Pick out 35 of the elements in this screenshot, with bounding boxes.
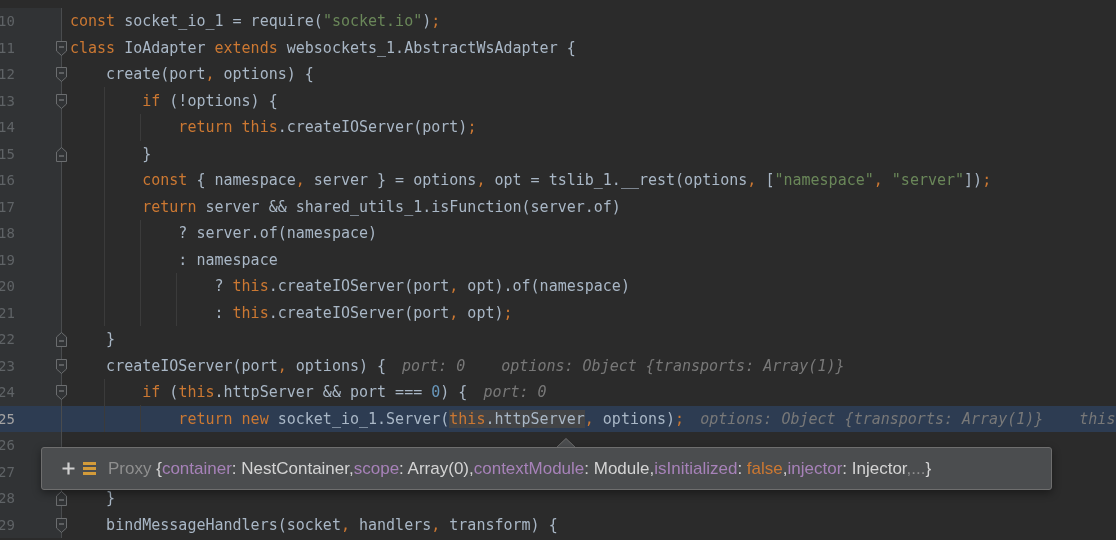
code-line: if (this.httpServer && port === 0) { (141, 383, 468, 402)
code-line: } (105, 489, 116, 508)
fold-marker-icon[interactable] (55, 146, 67, 162)
code-line: } (105, 330, 116, 349)
list-icon[interactable] (83, 462, 96, 475)
fold-marker-icon[interactable] (55, 67, 67, 82)
fold-marker-icon[interactable] (55, 385, 67, 400)
expand-icon[interactable] (62, 462, 75, 475)
code-line: return this.createIOServer(port); (177, 118, 477, 137)
fold-marker-icon[interactable] (55, 332, 67, 347)
fold-marker-icon[interactable] (55, 40, 67, 56)
code-line: const socket_io_1 = require("socket.io"); (70, 12, 441, 31)
inline-hint: options: Object {transports: Array(1)} (700, 409, 1044, 428)
fold-marker-icon[interactable] (55, 93, 67, 109)
code-line: createIOServer(port, options) { (105, 356, 387, 375)
code-line: return new socket_io_1.Server(this.httpServer, options); (177, 409, 685, 428)
code-line: create(port, options) { (105, 65, 314, 84)
fold-marker-icon[interactable] (55, 517, 67, 533)
inline-hint: port: 0 (402, 356, 466, 375)
code-line: : this.createIOServer(port, opt); (213, 303, 513, 322)
code-line: class IoAdapter extends websockets_1.AbstractWsAdapter { (70, 38, 576, 57)
code-line: const { namespace, server } = options, opt = tslib_1.__rest(options, ["namespace", "server"]); (141, 171, 992, 190)
inline-hint: this (1079, 409, 1116, 428)
code-line: if (!options) { (141, 91, 278, 110)
inline-hint: options: Object {transports: Array(1)} (501, 356, 845, 375)
code-line: bindMessageHandlers(socket, handlers, transform) { (105, 515, 558, 534)
fold-marker-icon[interactable] (55, 491, 67, 506)
fold-marker-icon[interactable] (55, 358, 67, 374)
code-line: ? this.createIOServer(port, opt).of(namespace) (213, 277, 630, 296)
code-line: : namespace (177, 250, 278, 269)
tooltip-value: Proxy {container: NestContainer,scope: Array(0),contextModule: Module,isInitialized: false,injector: Injector,...} (108, 458, 932, 479)
code-line: return server && shared_utils_1.isFunction(server.of) (141, 197, 621, 216)
inline-hint: port: 0 (483, 383, 547, 402)
code-line: ? server.of(namespace) (177, 224, 378, 243)
code-line: } (141, 144, 152, 163)
